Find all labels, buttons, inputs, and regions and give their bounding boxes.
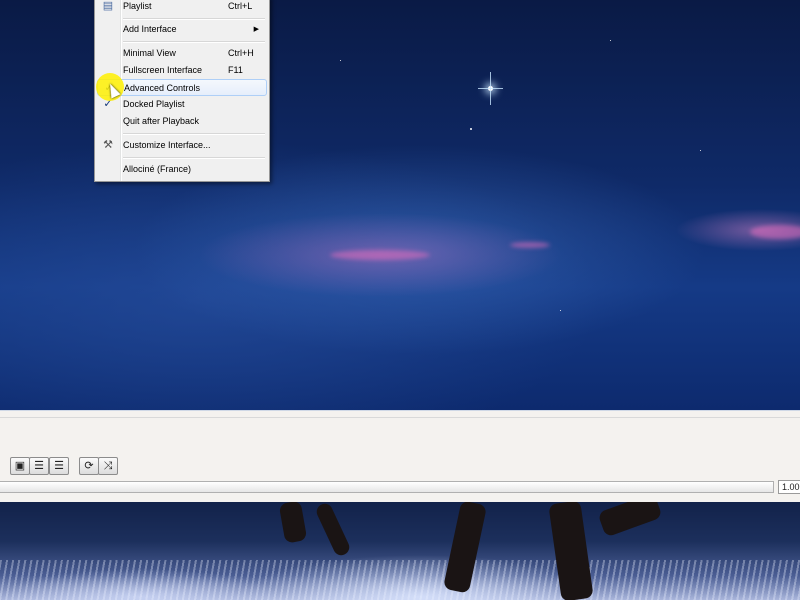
menu-item-label: Add Interface xyxy=(123,24,177,34)
toggle-playlist-button[interactable]: ☰ xyxy=(29,457,49,475)
grass xyxy=(0,560,800,600)
frame-by-frame-button[interactable]: ▣ xyxy=(10,457,30,475)
shuffle-button[interactable]: ⤨ xyxy=(98,457,118,475)
seek-slider[interactable] xyxy=(0,481,774,493)
horse-leg xyxy=(278,502,308,544)
menu-item-shortcut: Ctrl+H xyxy=(228,48,254,58)
equalizer-icon: ☰ xyxy=(54,459,64,472)
cloud-streak xyxy=(330,250,430,260)
menu-item-shortcut: Ctrl+L xyxy=(228,1,253,11)
menu-item-allocine[interactable]: Allociné (France) xyxy=(97,161,267,178)
playback-speed-field[interactable]: 1.00 xyxy=(778,480,800,494)
star xyxy=(560,310,561,311)
playlist-icon: ☰ xyxy=(34,459,44,472)
menu-item-label: Customize Interface... xyxy=(123,140,211,150)
submenu-arrow-icon: ▶ xyxy=(253,26,259,33)
menu-item-docked-playlist[interactable]: ✓ Docked Playlist xyxy=(97,96,267,113)
menu-item-label: Advanced Controls xyxy=(124,83,201,93)
playlist-icon: ▤ xyxy=(102,0,114,12)
menu-separator xyxy=(123,133,265,135)
player-controls: ▣ ☰ ☰ ⟳ ⤨ 1.00 xyxy=(0,410,800,503)
menu-separator xyxy=(123,157,265,159)
menu-item-label: Minimal View xyxy=(123,48,176,58)
cloud-streak xyxy=(510,242,550,248)
star xyxy=(470,128,472,130)
horse-leg xyxy=(314,502,352,558)
star xyxy=(610,40,611,41)
menu-item-minimal-view[interactable]: Minimal View Ctrl+H xyxy=(97,45,267,62)
menu-item-label: Allociné (France) xyxy=(123,164,192,174)
menu-item-label: Playlist xyxy=(123,1,152,11)
menu-separator xyxy=(123,41,265,43)
menu-item-label: Fullscreen Interface xyxy=(123,65,203,75)
star xyxy=(478,72,503,105)
menu-item-playlist[interactable]: ▤ Playlist Ctrl+L xyxy=(97,0,267,15)
divider xyxy=(0,417,800,418)
star xyxy=(700,150,701,151)
frame-icon: ▣ xyxy=(14,459,26,472)
tools-icon: ⚒ xyxy=(103,139,113,151)
loop-button[interactable]: ⟳ xyxy=(79,457,99,475)
extended-settings-button[interactable]: ☰ xyxy=(49,457,69,475)
menu-item-fullscreen-interface[interactable]: Fullscreen Interface F11 xyxy=(97,62,267,79)
menu-item-quit-after-playback[interactable]: Quit after Playback xyxy=(97,113,267,130)
cloud-streak xyxy=(750,225,800,239)
star xyxy=(340,60,341,61)
menu-item-shortcut: F11 xyxy=(228,65,243,75)
desktop-wallpaper xyxy=(0,502,800,600)
menu-separator xyxy=(123,18,265,20)
loop-icon: ⟳ xyxy=(84,459,94,472)
menu-item-add-interface[interactable]: Add Interface ▶ xyxy=(97,21,267,38)
menu-item-label: Docked Playlist xyxy=(123,99,185,109)
shuffle-icon: ⤨ xyxy=(103,459,113,472)
horse-tail xyxy=(597,502,663,538)
menu-item-customize-interface[interactable]: ⚒ Customize Interface... xyxy=(97,137,267,154)
menu-item-label: Quit after Playback xyxy=(123,116,200,126)
